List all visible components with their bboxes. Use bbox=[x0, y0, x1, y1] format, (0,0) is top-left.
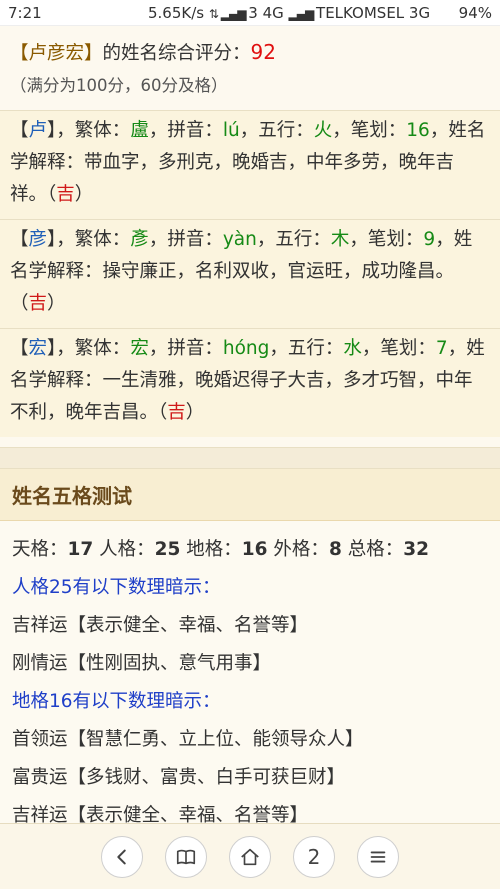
score-label: 的姓名综合评分： bbox=[102, 43, 251, 64]
renge-hint: 人格25有以下数理暗示： bbox=[12, 577, 221, 598]
pinyin-label: ，拼音： bbox=[148, 229, 223, 250]
char-name: 卢 bbox=[28, 120, 48, 141]
char-card-hong: 【宏】，繁体：宏，拼音：hóng，五行：水，笔划：7，姓名学解释：一生清雅，晚婚… bbox=[0, 328, 500, 437]
di-label: 地格： bbox=[180, 539, 242, 560]
back-button[interactable] bbox=[101, 835, 143, 878]
list-item: 吉祥运【表示健全、幸福、名誉等】 bbox=[12, 615, 309, 636]
luck-open: （ bbox=[47, 184, 57, 205]
wuxing-label: ，五行： bbox=[256, 229, 331, 250]
char-pinyin: lú bbox=[222, 120, 240, 141]
zong-label: 总格： bbox=[341, 539, 404, 560]
bracket: 【 bbox=[10, 338, 29, 359]
char-strokes: 7 bbox=[435, 338, 448, 359]
carrier-two: TELKOMSEL 3G bbox=[316, 3, 431, 22]
bracket: 】 bbox=[47, 229, 57, 250]
status-bar: 7:21 5.65K/s ⇅ ▂▄▆ 3 4G ▂▄▆ TELKOMSEL 3G… bbox=[0, 0, 500, 26]
score-section: 【卢彦宏】的姓名综合评分：92 （满分为100分，60分及格） bbox=[0, 26, 500, 102]
bracket: 】 bbox=[47, 338, 57, 359]
tian-value: 17 bbox=[67, 539, 94, 560]
full-name: 【卢彦宏】 bbox=[10, 43, 103, 64]
status-time: 7:21 bbox=[8, 3, 42, 22]
char-name: 彦 bbox=[28, 229, 48, 250]
luck-close: ） bbox=[74, 184, 94, 205]
wai-value: 8 bbox=[328, 539, 342, 560]
tabs-button[interactable]: 2 bbox=[293, 835, 335, 878]
wuge-section: 天格：17 人格：25 地格：16 外格：8 总格：32 人格25有以下数理暗示… bbox=[0, 521, 500, 835]
char-wuxing: 水 bbox=[343, 338, 362, 359]
char-luck: 吉 bbox=[167, 402, 186, 423]
signal-icon: ⇅ ▂▄▆ bbox=[208, 6, 249, 21]
luck-close: ） bbox=[47, 293, 66, 314]
char-name: 宏 bbox=[28, 338, 48, 359]
wuxing-label: ，五行： bbox=[269, 338, 344, 359]
home-icon bbox=[241, 848, 259, 865]
score-note: （满分为100分，60分及格） bbox=[10, 76, 228, 95]
wai-label: 外格： bbox=[267, 539, 329, 560]
battery-level: 94% bbox=[458, 3, 492, 22]
char-card-lu: 【卢】，繁体：盧，拼音：lú，五行：火，笔划：16，姓名学解释：带血字，多刑克，… bbox=[0, 110, 500, 219]
network-speed: 5.65K/s bbox=[148, 3, 205, 22]
section-divider bbox=[0, 447, 500, 469]
book-icon bbox=[176, 849, 196, 864]
char-luck: 吉 bbox=[28, 293, 48, 314]
char-meaning: 操守廉正，名利双收，官运旺，成功隆昌。 bbox=[102, 261, 455, 282]
char-strokes: 9 bbox=[423, 229, 436, 250]
pinyin-label: ，拼音： bbox=[148, 120, 223, 141]
strokes-label: ，笔划： bbox=[361, 338, 436, 359]
di-value: 16 bbox=[241, 539, 268, 560]
bookmarks-button[interactable] bbox=[165, 835, 207, 878]
strokes-label: ，笔划： bbox=[332, 120, 407, 141]
char-trad: 彥 bbox=[130, 229, 149, 250]
list-item: 富贵运【多钱财、富贵、白手可获巨财】 bbox=[12, 767, 346, 788]
luck-close: ） bbox=[185, 402, 205, 423]
char-strokes: 16 bbox=[406, 120, 430, 141]
char-trad: 宏 bbox=[130, 338, 149, 359]
char-pinyin: yàn bbox=[222, 229, 257, 250]
list-item: 首领运【智慧仁勇、立上位、能领导众人】 bbox=[12, 729, 364, 750]
wuge-section-title: 姓名五格测试 bbox=[0, 469, 500, 521]
char-card-yan: 【彦】，繁体：彥，拼音：yàn，五行：木，笔划：9，姓名学解释：操守廉正，名利双… bbox=[0, 219, 500, 328]
zong-value: 32 bbox=[403, 539, 429, 560]
list-item: 刚情运【性刚固执、意气用事】 bbox=[12, 653, 272, 674]
bracket: 【 bbox=[10, 120, 29, 141]
ren-label: 人格： bbox=[93, 539, 155, 560]
ren-value: 25 bbox=[154, 539, 181, 560]
trad-label: ，繁体： bbox=[56, 338, 131, 359]
tian-label: 天格： bbox=[12, 539, 68, 560]
trad-label: ，繁体： bbox=[56, 120, 131, 141]
score-value: 92 bbox=[250, 40, 276, 64]
tabs-count: 2 bbox=[307, 844, 321, 869]
bracket: 】 bbox=[47, 120, 57, 141]
status-indicators: 5.65K/s ⇅ ▂▄▆ 3 4G ▂▄▆ TELKOMSEL 3G bbox=[48, 4, 448, 22]
signal-icon-2: ▂▄▆ bbox=[288, 6, 317, 21]
char-luck: 吉 bbox=[56, 184, 75, 205]
strokes-label: ，笔划： bbox=[349, 229, 424, 250]
score-line: 【卢彦宏】的姓名综合评分：92 （满分为100分，60分及格） bbox=[10, 36, 490, 102]
browser-nav-bar: 2 bbox=[0, 823, 500, 889]
chevron-left-icon bbox=[117, 849, 126, 864]
char-trad: 盧 bbox=[130, 120, 149, 141]
wuxing-label: ，五行： bbox=[239, 120, 314, 141]
char-pinyin: hóng bbox=[222, 338, 270, 359]
home-button[interactable] bbox=[229, 835, 271, 878]
menu-button[interactable] bbox=[357, 835, 399, 878]
trad-label: ，繁体： bbox=[56, 229, 131, 250]
dige-hint: 地格16有以下数理暗示： bbox=[12, 691, 221, 712]
pinyin-label: ，拼音： bbox=[148, 338, 223, 359]
char-wuxing: 木 bbox=[330, 229, 350, 250]
luck-open: （ bbox=[158, 402, 168, 423]
wuge-values: 天格：17 人格：25 地格：16 外格：8 总格：32 bbox=[12, 531, 488, 569]
luck-open: （ bbox=[10, 293, 29, 314]
char-wuxing: 火 bbox=[313, 120, 333, 141]
carrier-one: 3 4G bbox=[248, 3, 284, 22]
menu-icon bbox=[370, 851, 386, 862]
bracket: 【 bbox=[10, 229, 29, 250]
